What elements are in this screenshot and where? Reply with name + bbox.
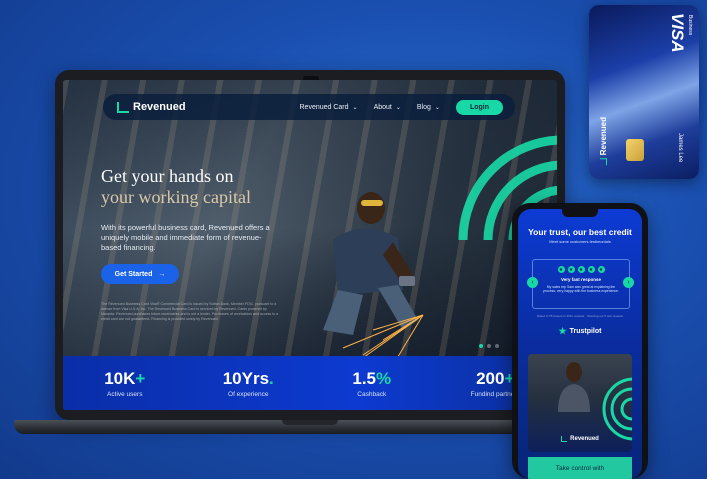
hero-title: Get your hands on your working capital bbox=[101, 166, 251, 207]
get-started-button[interactable]: Get Started → bbox=[101, 264, 179, 284]
carousel-dot[interactable] bbox=[479, 344, 483, 348]
stat-value: 10K+ bbox=[104, 368, 146, 388]
nav-links: Revenued Card ⌄ About ⌄ Blog ⌄ Login bbox=[300, 99, 503, 115]
card-holder-name: James Lee bbox=[677, 133, 683, 163]
phone: Your trust, our best credit Meet some cu… bbox=[512, 203, 648, 479]
trustpilot-logo[interactable]: ★ Trustpilot bbox=[518, 326, 642, 337]
phone-brand: Revenued bbox=[528, 436, 632, 442]
stat-value: 1.5% bbox=[352, 368, 392, 388]
stat-label: Cashback bbox=[357, 390, 387, 398]
stats-bar: 10K+ Active users 10Yrs. Of experience 1… bbox=[63, 356, 557, 410]
review-title: Very fast response bbox=[560, 277, 602, 282]
phone-screen: Your trust, our best credit Meet some cu… bbox=[518, 209, 642, 479]
hero-description: With its powerful business card, Revenue… bbox=[101, 223, 270, 253]
take-control-banner[interactable]: Take control with bbox=[528, 457, 632, 479]
stat-value: 200+ bbox=[476, 368, 515, 388]
laptop: Revenued Revenued Card ⌄ About ⌄ Blog ⌄ … bbox=[55, 70, 565, 420]
card-brand: Revenued bbox=[599, 117, 608, 166]
stat-label: Of experience bbox=[228, 390, 269, 398]
site-navbar: Revenued Revenued Card ⌄ About ⌄ Blog ⌄ … bbox=[103, 94, 515, 120]
testimonials-subtitle: Meet some customers testimonials bbox=[549, 239, 611, 244]
carousel-dot[interactable] bbox=[487, 344, 491, 348]
logo-text: Revenued bbox=[133, 101, 186, 113]
arrow-left-icon[interactable]: ‹ bbox=[527, 277, 538, 288]
site-logo[interactable]: Revenued bbox=[117, 101, 186, 113]
phone-notch bbox=[562, 209, 598, 217]
stat-value: 10Yrs. bbox=[222, 368, 274, 388]
review-card: ★ ★ ★ ★ ★ Very fast response My sales re… bbox=[532, 259, 630, 309]
star-icon: ★ bbox=[577, 266, 585, 273]
logo-mark-icon bbox=[600, 158, 607, 166]
chevron-down-icon: ⌄ bbox=[352, 104, 358, 111]
star-icon: ★ bbox=[557, 266, 565, 273]
nav-item-blog[interactable]: Blog ⌄ bbox=[417, 104, 440, 111]
nav-item-label: Blog bbox=[416, 103, 431, 111]
chevron-down-icon: ⌄ bbox=[395, 104, 401, 111]
hero-title-line-1: Get your hands on bbox=[101, 166, 234, 186]
visa-business-card: VISA Business Revenued James Lee bbox=[589, 5, 699, 179]
hero-title-line-2: your working capital bbox=[101, 186, 251, 207]
person-illustration bbox=[558, 362, 590, 412]
logo-mark-icon bbox=[561, 436, 568, 442]
star-icon: ★ bbox=[567, 266, 575, 273]
stat-label: Active users bbox=[107, 390, 143, 398]
nav-item-about[interactable]: About ⌄ bbox=[374, 104, 401, 111]
nav-item-label: About bbox=[373, 103, 392, 111]
laptop-screen: Revenued Revenued Card ⌄ About ⌄ Blog ⌄ … bbox=[63, 80, 557, 410]
testimonials-title: Your trust, our best credit bbox=[528, 227, 632, 237]
card-brand-text: Revenued bbox=[599, 117, 608, 156]
arrow-right-icon: → bbox=[158, 270, 166, 278]
brand-rings-graphic bbox=[602, 377, 632, 441]
arrow-right-icon[interactable]: › bbox=[623, 277, 634, 288]
phone-hero-image: Revenued bbox=[528, 354, 632, 452]
rating-stars: ★ ★ ★ ★ ★ bbox=[533, 266, 629, 273]
carousel-dots bbox=[479, 344, 499, 348]
star-icon: ★ bbox=[597, 266, 605, 273]
phone-brand-text: Revenued bbox=[570, 436, 599, 442]
review-body: My sales rep Sam was great at explaining… bbox=[543, 285, 619, 294]
stat-active-users: 10K+ Active users bbox=[63, 356, 187, 410]
trustpilot-label: Trustpilot bbox=[569, 328, 602, 335]
login-button[interactable]: Login bbox=[455, 99, 503, 115]
legal-disclaimer: The Revenued Business Card Visa® Commerc… bbox=[101, 302, 279, 322]
nav-item-revenued-card[interactable]: Revenued Card ⌄ bbox=[300, 104, 358, 111]
visa-logo: VISA bbox=[668, 13, 687, 53]
chevron-down-icon: ⌄ bbox=[434, 104, 440, 111]
card-network-sub: Business bbox=[687, 15, 693, 36]
laptop-notch bbox=[282, 420, 338, 425]
get-started-label: Get Started bbox=[114, 270, 153, 278]
logo-mark-icon bbox=[117, 101, 129, 113]
card-chip-icon bbox=[626, 139, 644, 161]
card-network: VISA Business bbox=[667, 13, 695, 73]
stat-experience: 10Yrs. Of experience bbox=[187, 356, 311, 410]
nav-item-label: Revenued Card bbox=[299, 103, 349, 111]
review-fine-print: Rated 4.7/5 based on 300+ reviews · Show… bbox=[537, 314, 623, 318]
stat-cashback: 1.5% Cashback bbox=[310, 356, 434, 410]
trustpilot-star-icon: ★ bbox=[558, 326, 567, 336]
star-icon: ★ bbox=[587, 266, 595, 273]
carousel-dot[interactable] bbox=[495, 344, 499, 348]
